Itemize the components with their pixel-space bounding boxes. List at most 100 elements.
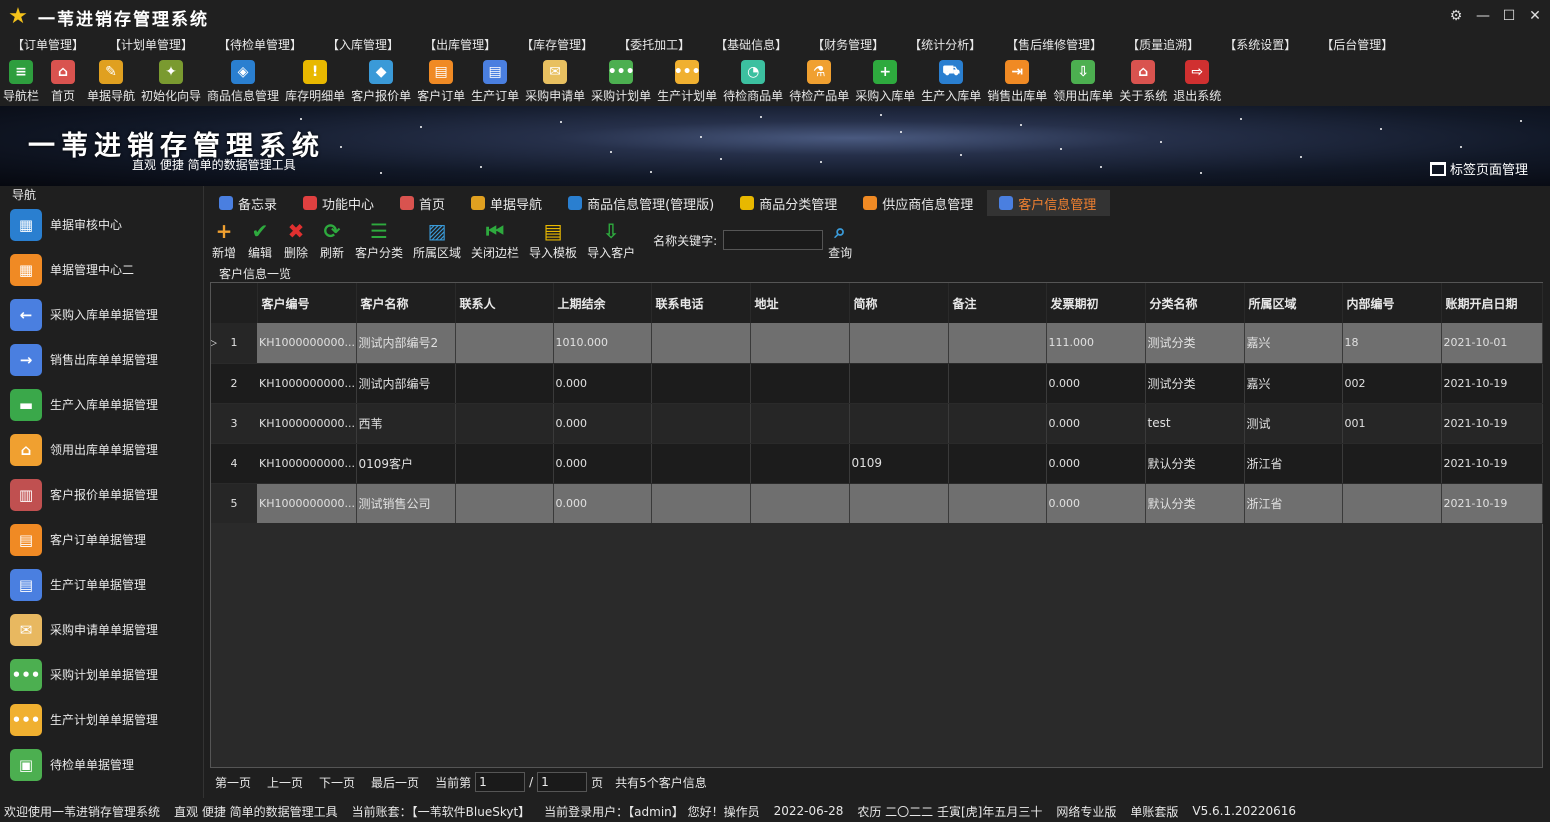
table-cell[interactable]: 测试销售公司 [356,483,456,524]
table-cell[interactable] [948,483,1047,524]
table-cell[interactable] [750,323,850,364]
maximize-button[interactable]: ☐ [1498,6,1520,26]
toolbar-button[interactable]: ! 库存明细单 [282,56,348,106]
menu-item[interactable]: 【质量追溯】 [1115,34,1212,56]
toolbar-button[interactable]: ≡ 导航栏 [0,56,42,106]
tab-item[interactable]: 客户信息管理 [987,190,1111,216]
toolbar-button[interactable]: ⇩ 领用出库单 [1050,56,1116,106]
column-header[interactable]: 所属区域 [1244,283,1343,323]
table-row[interactable]: ▷1KH1000000000...测试内部编号2 1010.000 111.000测… [211,323,1543,364]
table-cell[interactable]: KH1000000000... [257,483,357,524]
table-cell[interactable]: 0.000 [553,443,652,484]
column-header[interactable]: 上期结余 [553,283,652,323]
table-cell[interactable] [651,363,751,404]
toolbar-button[interactable]: ◔ 待检商品单 [720,56,786,106]
nav-item[interactable]: ⌂ 领用出库单单据管理 [2,427,203,472]
action-button[interactable]: ☰ 客户分类 [355,220,403,261]
keyword-input[interactable] [723,230,824,250]
menu-item[interactable]: 【后台管理】 [1309,34,1406,56]
table-cell[interactable] [849,403,949,444]
menu-item[interactable]: 【售后维修管理】 [994,34,1115,56]
current-page-input[interactable]: 1 [475,772,526,792]
menu-item[interactable]: 【系统设置】 [1212,34,1309,56]
table-cell[interactable] [849,483,949,524]
table-cell[interactable]: 0109客户 [356,443,456,484]
table-cell[interactable] [455,363,554,404]
table-cell[interactable]: 测试内部编号 [356,363,456,404]
column-header[interactable]: 内部编号 [1342,283,1442,323]
table-cell[interactable]: 测试分类 [1145,363,1245,404]
last-page-link[interactable]: 最后一页 [371,774,419,791]
toolbar-button[interactable]: ✎ 单据导航 [84,56,138,106]
table-cell[interactable] [651,403,751,444]
tab-item[interactable]: 单据导航 [459,190,556,216]
table-row[interactable]: 3 KH1000000000... 西苇 0.000 0.000 test 测试 001 202… [211,403,1543,444]
tab-item[interactable]: 商品分类管理 [728,190,851,216]
table-cell[interactable] [948,323,1047,364]
column-header[interactable]: 账期开启日期 [1441,283,1543,323]
action-button[interactable]: + 新增 [211,220,237,261]
menu-item[interactable]: 【待检单管理】 [206,34,315,56]
next-page-link[interactable]: 下一页 [319,774,355,791]
table-cell[interactable]: 测试 [1244,403,1343,444]
nav-item[interactable]: ▦ 单据管理中心二 [2,247,203,292]
table-cell[interactable] [750,483,850,524]
table-cell[interactable] [948,363,1047,404]
table-cell[interactable]: 0.000 [553,483,652,524]
toolbar-button[interactable]: ✉ 采购申请单 [522,56,588,106]
table-cell[interactable] [455,483,554,524]
tab-item[interactable]: 供应商信息管理 [851,190,987,216]
toolbar-button[interactable]: ▤ 客户订单 [414,56,468,106]
toolbar-button[interactable]: ⇥ 销售出库单 [984,56,1050,106]
table-cell[interactable]: test [1145,403,1245,444]
close-button[interactable]: ✕ [1524,6,1546,26]
table-cell[interactable] [455,323,554,364]
table-cell[interactable]: 0.000 [553,403,652,444]
table-cell[interactable]: 嘉兴 [1244,363,1343,404]
table-cell[interactable]: 0.000 [1046,363,1146,404]
column-header[interactable]: 发票期初 [1046,283,1146,323]
table-row[interactable]: 2 KH1000000000... 测试内部编号 0.000 0.000 测试分类 嘉兴 00… [211,363,1543,404]
nav-item[interactable]: ••• 生产计划单单据管理 [2,697,203,742]
table-cell[interactable]: 0.000 [1046,483,1146,524]
table-cell[interactable] [750,403,850,444]
column-header[interactable]: 客户编号 [257,283,357,323]
action-button[interactable]: ▤ 导入模板 [529,220,577,261]
table-cell[interactable]: KH1000000000... [257,363,357,404]
toolbar-button[interactable]: ✦ 初始化向导 [138,56,204,106]
nav-item[interactable]: ▤ 生产订单单据管理 [2,562,203,607]
nav-item[interactable]: ✉ 采购申请单单据管理 [2,607,203,652]
action-button[interactable]: ⟳ 刷新 [319,220,345,261]
action-button[interactable]: ✖ 删除 [283,220,309,261]
menu-item[interactable]: 【库存管理】 [509,34,606,56]
tab-item[interactable]: 备忘录 [207,190,291,216]
nav-item[interactable]: → 销售出库单单据管理 [2,337,203,382]
table-cell[interactable]: 2021-10-19 [1441,403,1543,444]
table-cell[interactable]: 测试分类 [1145,323,1245,364]
table-cell[interactable]: 默认分类 [1145,483,1245,524]
menu-item[interactable]: 【计划单管理】 [97,34,206,56]
column-header[interactable]: 备注 [948,283,1047,323]
table-cell[interactable]: KH1000000000... [257,443,357,484]
nav-item[interactable]: ▬ 生产入库单单据管理 [2,382,203,427]
nav-item[interactable]: ▦ 单据审核中心 [2,202,203,247]
toolbar-button[interactable]: ◆ 客户报价单 [348,56,414,106]
table-cell[interactable]: 1010.000 [553,323,652,364]
tab-item[interactable]: 商品信息管理(管理版) [556,190,728,216]
toolbar-button[interactable]: + 采购入库单 [852,56,918,106]
minimize-button[interactable]: — [1472,6,1494,26]
table-cell[interactable]: 2021-10-19 [1441,443,1543,484]
table-cell[interactable] [948,403,1047,444]
column-header[interactable]: 联系人 [455,283,554,323]
column-header[interactable]: 分类名称 [1145,283,1245,323]
table-cell[interactable]: 浙江省 [1244,483,1343,524]
action-button[interactable]: ▨ 所属区域 [413,220,461,261]
nav-item[interactable]: ← 采购入库单单据管理 [2,292,203,337]
tab-item[interactable]: 首页 [388,190,459,216]
table-cell[interactable]: 西苇 [356,403,456,444]
table-cell[interactable]: KH1000000000... [257,403,357,444]
nav-item[interactable]: ▥ 客户报价单单据管理 [2,472,203,517]
menu-item[interactable]: 【财务管理】 [800,34,897,56]
toolbar-button[interactable]: ⚗ 待检产品单 [786,56,852,106]
toolbar-button[interactable]: ⌂ 关于系统 [1116,56,1170,106]
